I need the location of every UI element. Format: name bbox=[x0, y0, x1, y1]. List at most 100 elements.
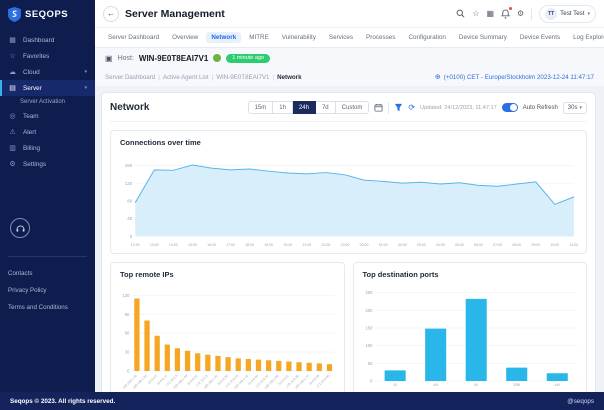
tab-vulnerability[interactable]: Vulnerability bbox=[277, 32, 321, 43]
sidebar-item-dashboard[interactable]: ▦ Dashboard bbox=[0, 32, 95, 48]
svg-text:40: 40 bbox=[127, 216, 133, 221]
svg-text:09:00: 09:00 bbox=[531, 243, 540, 247]
svg-text:200: 200 bbox=[365, 308, 373, 313]
tab-bar: Server Dashboard Overview Network MITRE … bbox=[95, 28, 604, 48]
sidebar-item-label: Billing bbox=[23, 144, 41, 152]
sidebar-item-server-activation[interactable]: Server Activation bbox=[0, 96, 95, 108]
tab-overview[interactable]: Overview bbox=[167, 32, 203, 43]
brand-logo[interactable]: SEQOPS bbox=[0, 0, 95, 32]
svg-text:19:00: 19:00 bbox=[264, 243, 273, 247]
back-button[interactable]: ← bbox=[103, 5, 119, 22]
range-1h-button[interactable]: 1h bbox=[273, 101, 293, 114]
social-handle[interactable]: @seqops bbox=[567, 398, 594, 405]
search-icon[interactable] bbox=[456, 9, 465, 18]
cloud-icon: ☁ bbox=[9, 69, 16, 76]
sidebar-item-cloud[interactable]: ☁ Cloud ▾ bbox=[0, 64, 95, 80]
controls-divider bbox=[388, 101, 390, 114]
time-controls: 15m 1h 24h 7d Custom ⟳ Updated: 24/12/20… bbox=[247, 101, 587, 114]
sidebar-link-privacy-policy[interactable]: Privacy Policy bbox=[0, 282, 95, 299]
sidebar-item-billing[interactable]: ▥ Billing bbox=[0, 140, 95, 156]
globe-icon: ⊕ bbox=[434, 74, 441, 81]
sidebar-item-label: Server Activation bbox=[20, 99, 66, 105]
tab-services[interactable]: Services bbox=[324, 32, 358, 43]
svg-text:22:00: 22:00 bbox=[322, 243, 331, 247]
filter-icon[interactable] bbox=[394, 103, 403, 112]
svg-text:20:00: 20:00 bbox=[283, 243, 292, 247]
breadcrumb-item[interactable]: WIN-9E0T8EAI7V1 bbox=[216, 74, 269, 81]
tab-device-events[interactable]: Device Events bbox=[515, 32, 565, 43]
timezone-text: (+0100) CET - Europe/Stockholm 2023-12-2… bbox=[443, 73, 594, 81]
range-15m-button[interactable]: 15m bbox=[247, 101, 274, 114]
destination-ports-bar-chart: 0 50 100 150 200 250 53 443 80 3389 445 bbox=[365, 290, 578, 387]
svg-text:02:00: 02:00 bbox=[398, 243, 407, 247]
headset-icon bbox=[15, 224, 25, 232]
user-menu[interactable]: TT Test Test ▾ bbox=[539, 4, 596, 23]
network-panel: Network 15m 1h 24h 7d Custom ⟳ Updated: … bbox=[101, 92, 596, 392]
sidebar-item-server[interactable]: ▤ Server ▾ bbox=[0, 80, 95, 96]
breadcrumb-item[interactable]: Server Dashboard bbox=[105, 74, 155, 81]
svg-text:07:00: 07:00 bbox=[493, 243, 502, 247]
chart-title: Connections over time bbox=[120, 138, 201, 147]
app-window: SEQOPS ▦ Dashboard ☆ Favorites ☁ Cloud ▾… bbox=[0, 0, 604, 410]
refresh-icon[interactable]: ⟳ bbox=[408, 103, 415, 112]
svg-text:100: 100 bbox=[365, 343, 373, 348]
svg-text:50: 50 bbox=[367, 361, 372, 366]
connections-area-chart: 0 40 80 120 160 12:00 13:00 14:00 15:00 16:00 17:0… bbox=[125, 163, 579, 247]
bell-icon[interactable] bbox=[501, 6, 512, 19]
svg-text:3389: 3389 bbox=[513, 383, 520, 387]
sidebar-link-contacts[interactable]: Contacts bbox=[0, 265, 95, 282]
toggle-knob bbox=[509, 104, 517, 111]
tab-mitre[interactable]: MITRE bbox=[244, 32, 274, 43]
sidebar-item-team[interactable]: ◎ Team bbox=[0, 108, 95, 124]
svg-text:05:00: 05:00 bbox=[455, 243, 464, 247]
tab-device-summary[interactable]: Device Summary bbox=[454, 32, 512, 43]
svg-text:11:00: 11:00 bbox=[570, 243, 579, 247]
range-custom-button[interactable]: Custom bbox=[335, 101, 370, 114]
billing-icon: ▥ bbox=[9, 145, 16, 152]
svg-text:443: 443 bbox=[433, 383, 439, 387]
svg-text:53: 53 bbox=[393, 383, 397, 387]
svg-text:0: 0 bbox=[127, 369, 130, 374]
tab-server-dashboard[interactable]: Server Dashboard bbox=[103, 32, 164, 43]
sidebar-item-label: Favorites bbox=[23, 52, 50, 60]
sidebar-item-favorites[interactable]: ☆ Favorites bbox=[0, 48, 95, 64]
tab-configuration[interactable]: Configuration bbox=[403, 32, 450, 43]
tab-network[interactable]: Network bbox=[206, 32, 242, 43]
sidebar-item-settings[interactable]: ⚙ Settings bbox=[0, 156, 95, 172]
svg-text:03:00: 03:00 bbox=[417, 243, 426, 247]
brand-name: SEQOPS bbox=[25, 9, 69, 20]
svg-text:04:00: 04:00 bbox=[436, 243, 445, 247]
settings-gear-icon: ⚙ bbox=[9, 161, 16, 168]
breadcrumb: Server Dashboard | Active Agent List | W… bbox=[95, 68, 604, 86]
host-bar: ▣ Host: WIN-9E0T8EAI7V1 1 minute ago bbox=[95, 48, 604, 68]
support-button[interactable] bbox=[10, 218, 30, 238]
svg-text:16:00: 16:00 bbox=[207, 243, 216, 247]
host-name: WIN-9E0T8EAI7V1 bbox=[138, 53, 209, 63]
breadcrumb-separator: | bbox=[211, 73, 214, 81]
timezone-display: ⊕ (+0100) CET - Europe/Stockholm 2023-12… bbox=[434, 73, 594, 82]
calendar-icon[interactable] bbox=[374, 103, 383, 112]
auto-refresh-toggle[interactable] bbox=[501, 103, 518, 112]
tab-processes[interactable]: Processes bbox=[361, 32, 400, 43]
breadcrumb-item[interactable]: Active Agent List bbox=[163, 74, 209, 81]
svg-text:120: 120 bbox=[122, 293, 130, 298]
sidebar-item-label: Settings bbox=[23, 160, 47, 168]
interval-select[interactable]: 30s ▾ bbox=[562, 101, 587, 114]
star-icon[interactable]: ☆ bbox=[472, 9, 479, 18]
svg-text:445: 445 bbox=[554, 383, 560, 387]
sidebar-link-terms[interactable]: Terms and Conditions bbox=[0, 299, 95, 316]
range-7d-button[interactable]: 7d bbox=[315, 101, 336, 114]
apps-grid-icon[interactable]: ▦ bbox=[486, 9, 494, 18]
svg-text:08:00: 08:00 bbox=[512, 243, 521, 247]
user-name: Test Test bbox=[560, 10, 585, 17]
range-24h-button[interactable]: 24h bbox=[292, 101, 316, 114]
content-area: Network 15m 1h 24h 7d Custom ⟳ Updated: … bbox=[95, 86, 604, 392]
svg-text:23:00: 23:00 bbox=[341, 243, 350, 247]
panel-title: Network bbox=[110, 102, 150, 113]
host-computer-icon: ▣ bbox=[105, 53, 113, 63]
sidebar-item-alert[interactable]: ⚠ Alert bbox=[0, 124, 95, 140]
tab-log-explorer[interactable]: Log Explorer bbox=[568, 32, 604, 43]
sidebar-item-label: Alert bbox=[23, 128, 37, 136]
star-icon: ☆ bbox=[9, 53, 16, 60]
gear-icon[interactable]: ⚙ bbox=[517, 9, 524, 18]
